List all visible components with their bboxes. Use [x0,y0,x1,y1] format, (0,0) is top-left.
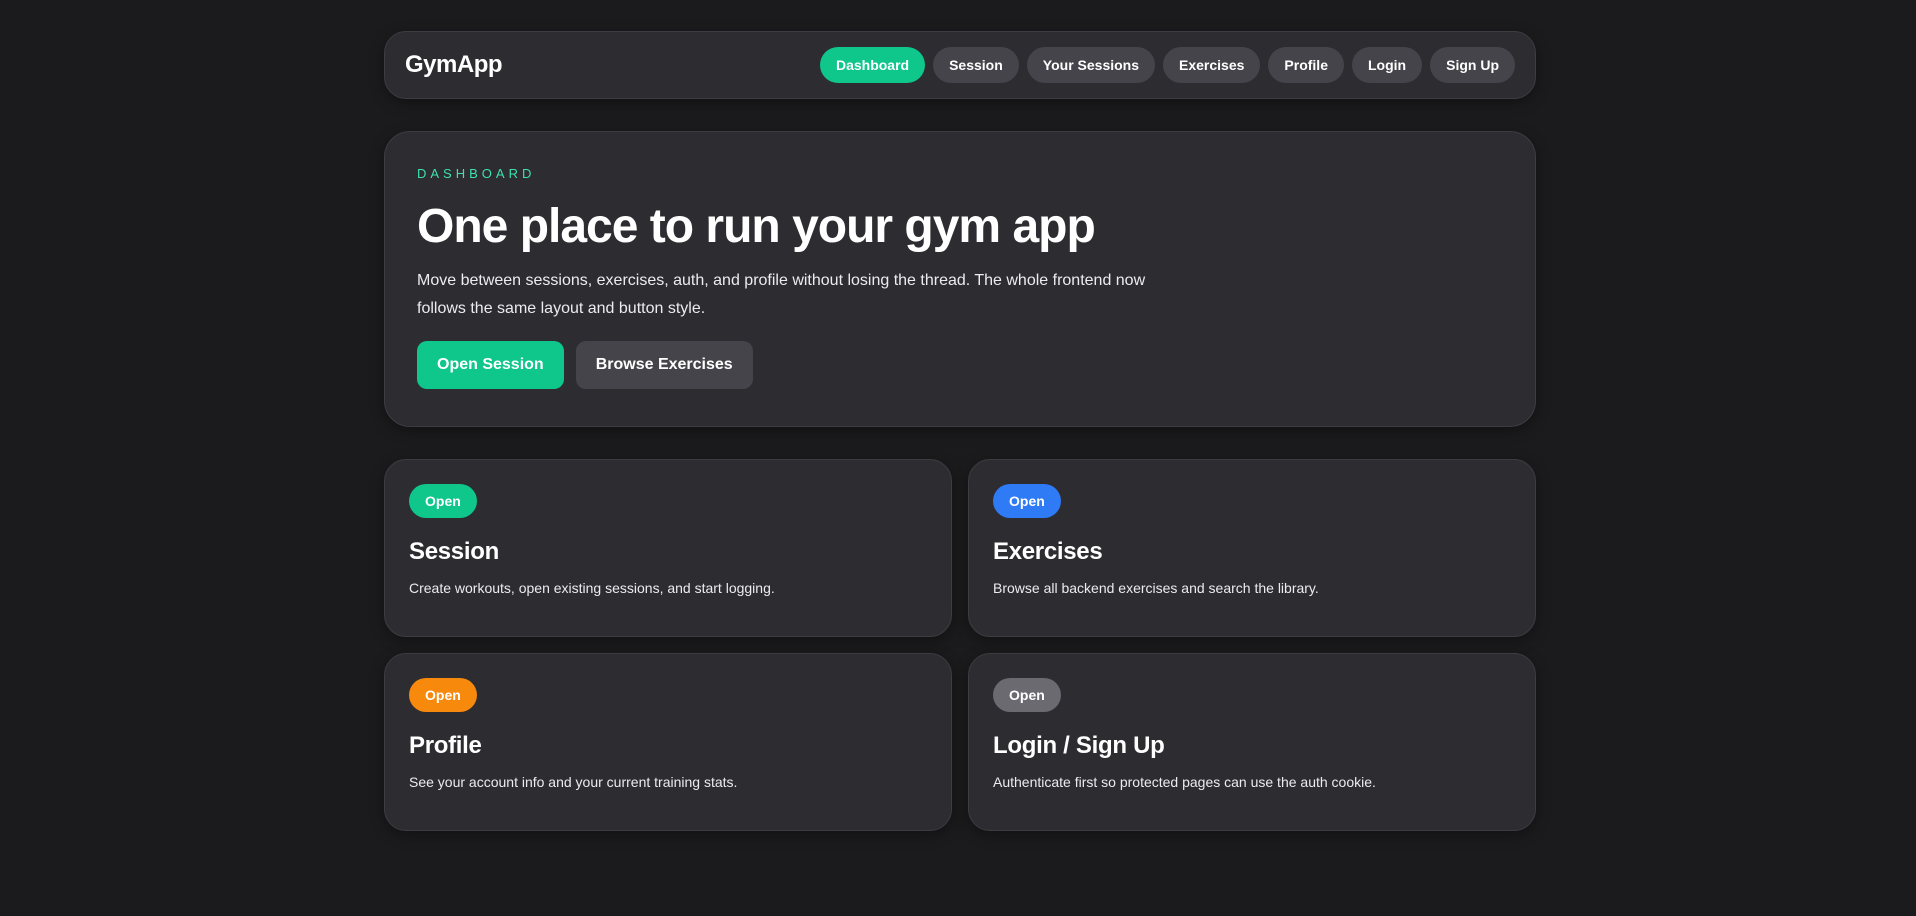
card-title: Login / Sign Up [993,732,1165,759]
card-open-badge[interactable]: Open [409,484,477,518]
brand-logo[interactable]: GymApp [405,51,503,79]
card-exercises: Open Exercises Browse all backend exerci… [968,459,1536,637]
card-title: Profile [409,732,482,759]
nav-session[interactable]: Session [933,47,1019,83]
hero-panel: DASHBOARD One place to run your gym app … [384,131,1536,427]
hero-title: One place to run your gym app [417,200,1096,253]
card-description: Browse all backend exercises and search … [993,580,1319,596]
open-session-button[interactable]: Open Session [417,341,564,389]
card-description: Create workouts, open existing sessions,… [409,580,775,596]
nav-links: Dashboard Session Your Sessions Exercise… [819,47,1515,83]
nav-dashboard[interactable]: Dashboard [819,47,926,83]
card-login-signup: Open Login / Sign Up Authenticate first … [968,653,1536,831]
nav-profile[interactable]: Profile [1268,47,1344,83]
top-navbar: GymApp Dashboard Session Your Sessions E… [384,31,1536,99]
card-description: See your account info and your current t… [409,774,738,790]
card-open-badge[interactable]: Open [409,678,477,712]
nav-exercises[interactable]: Exercises [1163,47,1261,83]
card-description: Authenticate first so protected pages ca… [993,774,1376,790]
card-open-badge[interactable]: Open [993,678,1061,712]
hero-eyebrow: DASHBOARD [417,166,536,181]
nav-login[interactable]: Login [1352,47,1423,83]
hero-actions: Open Session Browse Exercises [417,341,1503,389]
hero-description: Move between sessions, exercises, auth, … [417,272,1146,317]
card-title: Session [409,538,499,565]
browse-exercises-button[interactable]: Browse Exercises [575,341,753,389]
nav-sign-up[interactable]: Sign Up [1430,47,1515,83]
card-title: Exercises [993,538,1103,565]
nav-your-sessions[interactable]: Your Sessions [1026,47,1156,83]
card-open-badge[interactable]: Open [993,484,1061,518]
card-profile: Open Profile See your account info and y… [384,653,952,831]
feature-cards: Open Session Create workouts, open exist… [384,459,1536,831]
card-session: Open Session Create workouts, open exist… [384,459,952,637]
page-container: GymApp Dashboard Session Your Sessions E… [384,31,1536,831]
